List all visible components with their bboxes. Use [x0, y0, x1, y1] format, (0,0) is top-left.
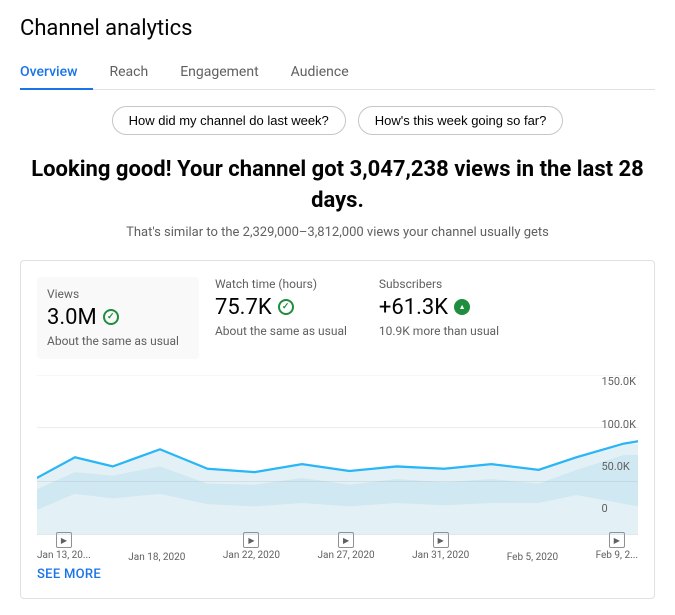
x-axis: ▶ Jan 13, 20... Jan 18, 2020 ▶ Jan 22, 2…	[37, 532, 638, 563]
metrics-row: Views 3.0M About the same as usual Watch…	[37, 277, 638, 360]
y-label-100k: 100.0K	[601, 418, 636, 431]
main-headline: Looking good! Your channel got 3,047,238…	[20, 155, 655, 217]
metric-subscribers-sub: 10.9K more than usual	[379, 324, 499, 340]
metric-views-sub: About the same as usual	[47, 334, 179, 350]
metric-views-label: Views	[47, 287, 179, 301]
metric-watchtime-value: 75.7K	[215, 295, 347, 320]
x-label-jan13: ▶ Jan 13, 20...	[37, 532, 91, 563]
tab-audience[interactable]: Audience	[291, 56, 365, 90]
tab-reach[interactable]: Reach	[109, 56, 164, 90]
metric-watchtime-sub: About the same as usual	[215, 324, 347, 340]
metric-subscribers-label: Subscribers	[379, 277, 499, 291]
check-icon	[103, 309, 119, 325]
y-label-0: 0	[601, 502, 636, 515]
metrics-card: Views 3.0M About the same as usual Watch…	[20, 260, 655, 600]
page-title: Channel analytics	[20, 16, 655, 41]
tab-overview[interactable]: Overview	[20, 56, 93, 90]
arrow-up-icon	[454, 299, 470, 315]
metric-views: Views 3.0M About the same as usual	[37, 277, 199, 360]
sub-headline: That's similar to the 2,329,000–3,812,00…	[20, 225, 655, 240]
tab-bar: Overview Reach Engagement Audience	[20, 55, 655, 90]
metric-watchtime: Watch time (hours) 75.7K About the same …	[215, 277, 379, 360]
quick-btn-last-week[interactable]: How did my channel do last week?	[112, 106, 346, 135]
y-axis-labels: 150.0K 100.0K 50.0K 0	[601, 375, 638, 515]
x-label-feb5: Feb 5, 2020	[507, 532, 558, 563]
x-label-jan27: ▶ Jan 27, 2020	[318, 532, 375, 563]
see-more-link[interactable]: SEE MORE	[37, 567, 101, 582]
tab-engagement[interactable]: Engagement	[180, 56, 274, 90]
x-label-jan31: ▶ Jan 31, 2020	[412, 532, 469, 563]
metric-subscribers-value: +61.3K	[379, 295, 499, 320]
quick-btn-this-week[interactable]: How's this week going so far?	[358, 106, 564, 135]
y-label-50k: 50.0K	[601, 460, 636, 473]
check-icon-2	[278, 299, 294, 315]
metric-views-value: 3.0M	[47, 305, 179, 330]
chart-area: 150.0K 100.0K 50.0K 0 ▶ Jan 13, 20... Ja…	[37, 375, 638, 555]
metric-subscribers: Subscribers +61.3K 10.9K more than usual	[379, 277, 531, 360]
x-label-feb9: ▶ Feb 9, 2...	[596, 532, 638, 563]
y-label-150k: 150.0K	[601, 375, 636, 388]
quick-questions: How did my channel do last week? How's t…	[20, 106, 655, 135]
metric-watchtime-label: Watch time (hours)	[215, 277, 347, 291]
x-label-jan22: ▶ Jan 22, 2020	[223, 532, 280, 563]
x-label-jan18: Jan 18, 2020	[128, 532, 185, 563]
chart-svg	[37, 375, 638, 535]
